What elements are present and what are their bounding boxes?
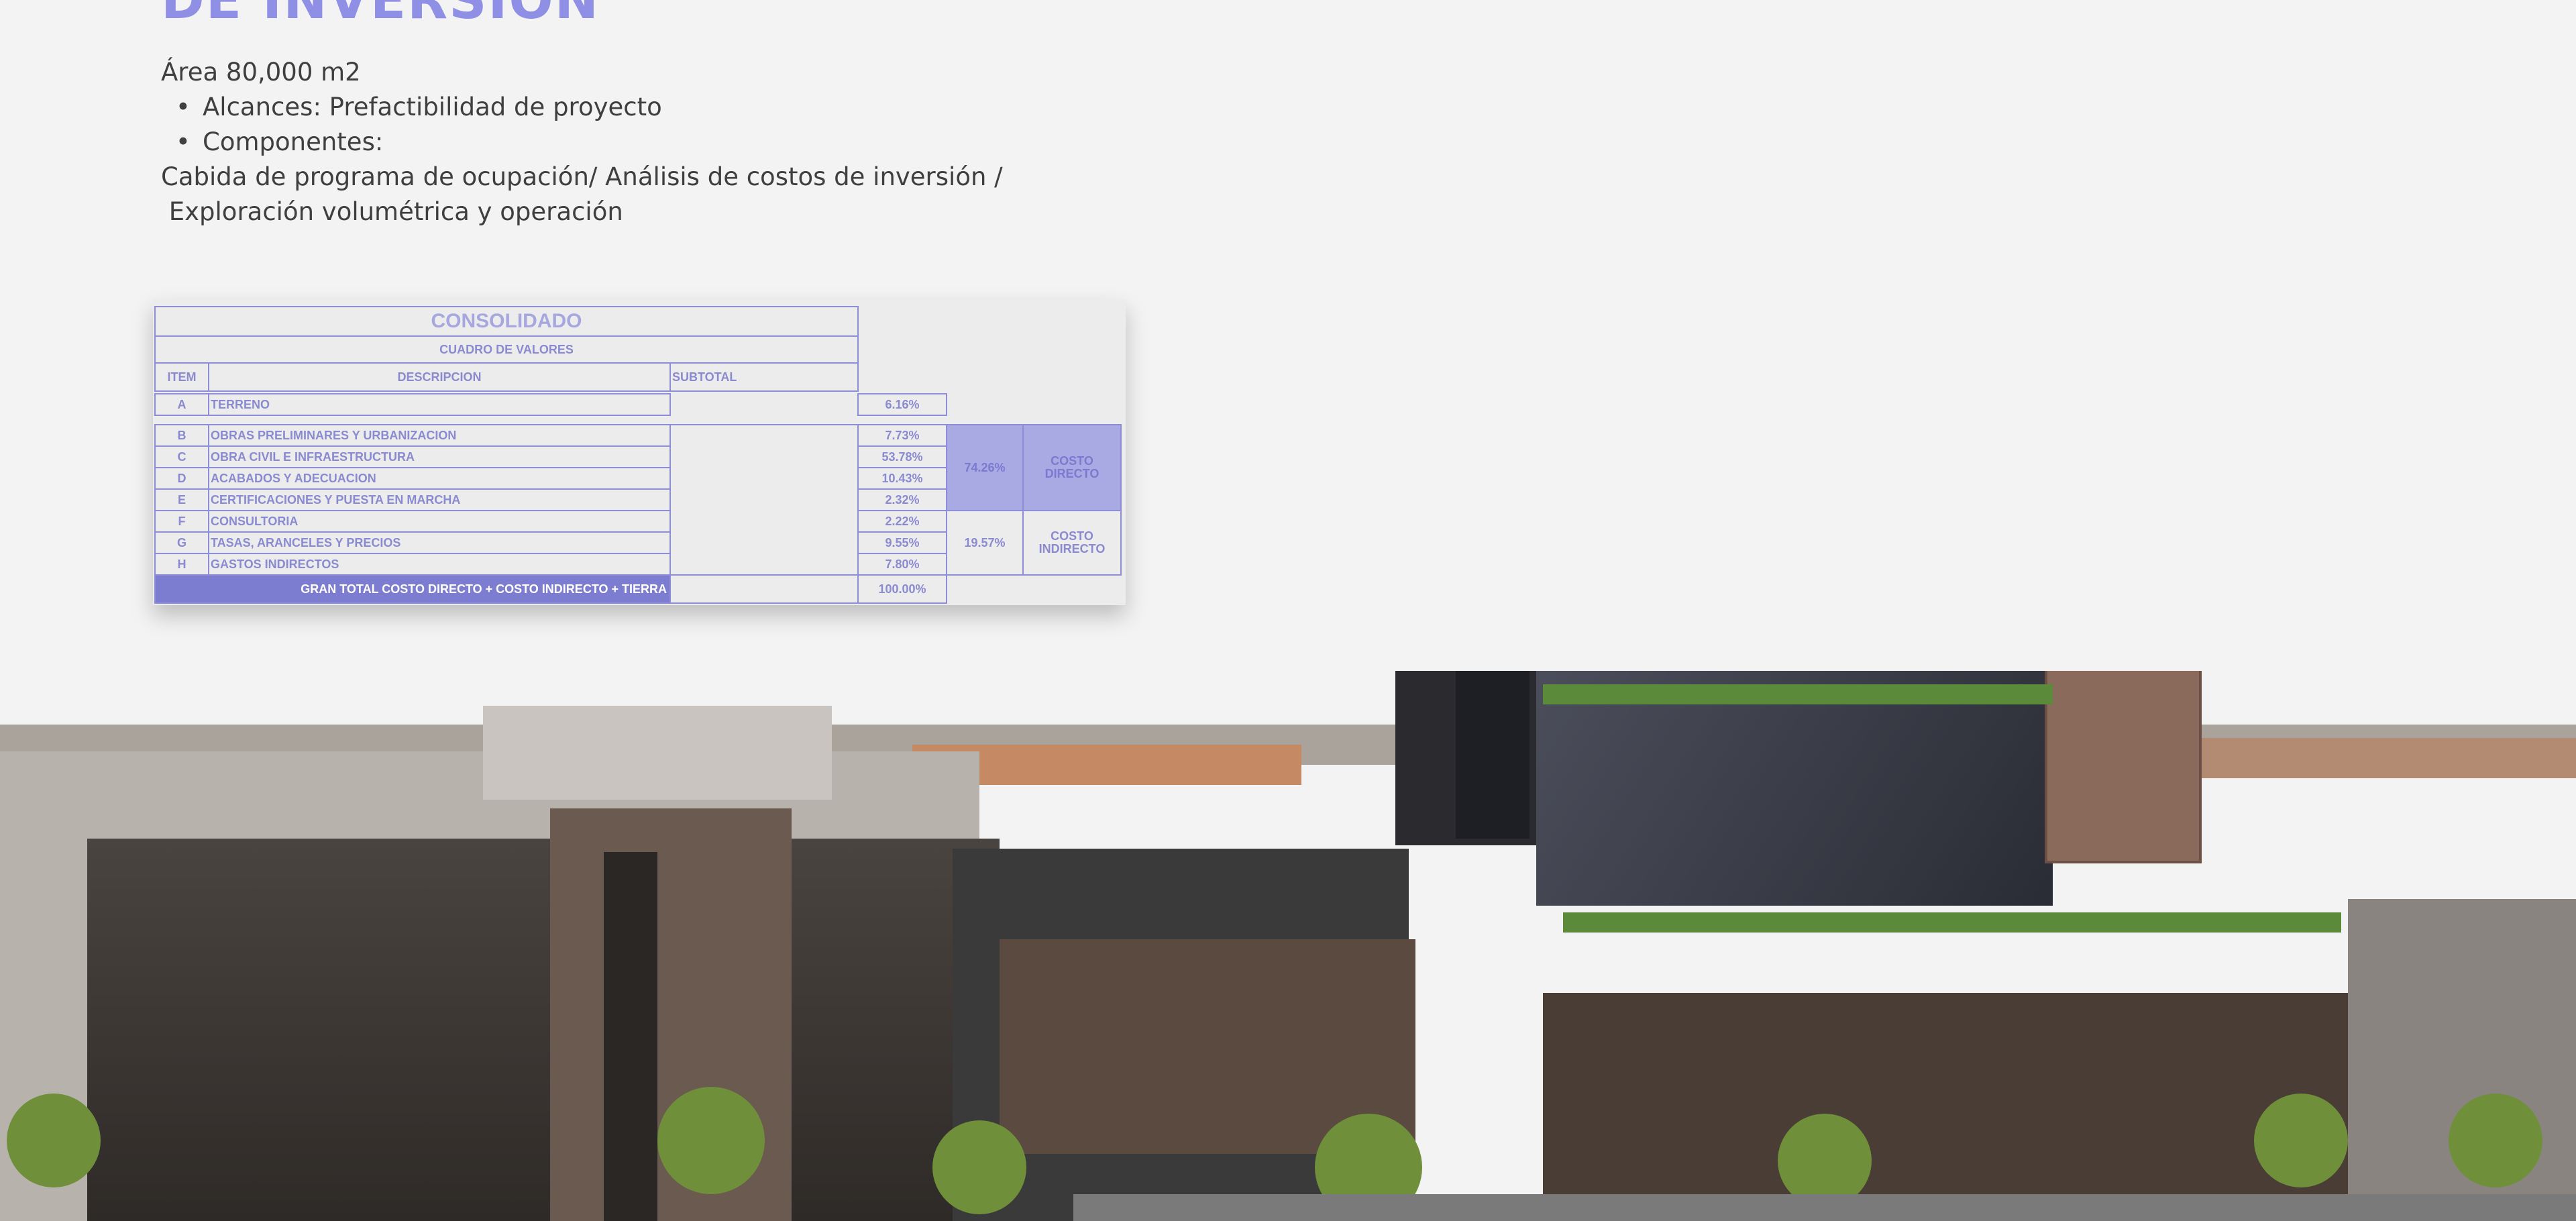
header-item: ITEM (154, 362, 209, 392)
row-item: F (154, 510, 209, 533)
grand-total-percent: 100.00% (857, 574, 947, 604)
row-item: B (154, 424, 209, 447)
bullet-components: Componentes: (176, 125, 1003, 160)
row-item: H (154, 553, 209, 576)
row-item: G (154, 531, 209, 554)
row-item: A (154, 393, 209, 416)
row-percent: 53.78% (857, 445, 947, 468)
area-text: Área 80,000 m2 (161, 58, 361, 87)
row-percent: 2.22% (857, 510, 947, 533)
row-description: CONSULTORIA (208, 510, 671, 533)
direct-label: COSTO DIRECTO (1022, 424, 1122, 511)
table-subtitle: CUADRO DE VALORES (154, 335, 859, 364)
grand-total-label: GRAN TOTAL COSTO DIRECTO + COSTO INDIREC… (154, 574, 671, 604)
row-description: OBRA CIVIL E INFRAESTRUCTURA (208, 445, 671, 468)
header-description: DESCRIPCION (208, 362, 671, 392)
direct-percent: 74.26% (946, 424, 1024, 511)
components-line-2: Exploración volumétrica y operación (161, 197, 623, 226)
row-item: D (154, 467, 209, 490)
investment-table: CONSOLIDADO CUADRO DE VALORES ITEM DESCR… (153, 299, 1126, 605)
indirect-label: COSTO INDIRECTO (1022, 510, 1122, 576)
components-line-1: Cabida de programa de ocupación/ Análisi… (161, 162, 1003, 191)
row-item: E (154, 488, 209, 511)
row-description: TERRENO (208, 393, 671, 416)
table-title: CONSOLIDADO (154, 306, 859, 337)
row-percent: 2.32% (857, 488, 947, 511)
subtotal-cell (669, 424, 859, 576)
indirect-percent: 19.57% (946, 510, 1024, 576)
page-title: DE INVERSIÓN (161, 0, 600, 31)
row-description: OBRAS PRELIMINARES Y URBANIZACION (208, 424, 671, 447)
project-info: Área 80,000 m2 Alcances: Prefactibilidad… (161, 55, 1003, 229)
row-description: GASTOS INDIRECTOS (208, 553, 671, 576)
building-render-image (0, 671, 2576, 1221)
bullet-scope: Alcances: Prefactibilidad de proyecto (176, 90, 1003, 125)
row-percent: 7.73% (857, 424, 947, 447)
row-percent: 10.43% (857, 467, 947, 490)
row-percent: 7.80% (857, 553, 947, 576)
grand-total-subtotal (669, 574, 859, 604)
row-item: C (154, 445, 209, 468)
row-description: ACABADOS Y ADECUACION (208, 467, 671, 490)
header-subtotal: SUBTOTAL (669, 362, 859, 392)
row-percent: 9.55% (857, 531, 947, 554)
row-description: CERTIFICACIONES Y PUESTA EN MARCHA (208, 488, 671, 511)
scope-list: Alcances: Prefactibilidad de proyecto Co… (161, 90, 1003, 160)
row-percent: 6.16% (857, 393, 947, 416)
row-description: TASAS, ARANCELES Y PRECIOS (208, 531, 671, 554)
